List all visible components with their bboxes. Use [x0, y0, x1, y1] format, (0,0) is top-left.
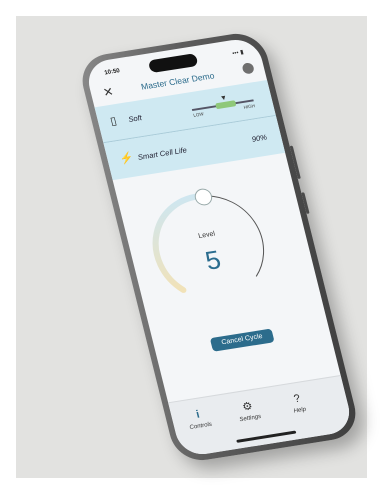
- level-dial[interactable]: Level 5: [136, 180, 284, 315]
- scale-low-label: LOW: [192, 111, 205, 118]
- nav-controls[interactable]: i Controls: [177, 406, 222, 433]
- nav-settings[interactable]: ⚙ Settings: [226, 398, 271, 425]
- softness-scale: ▼ LOW HIGH: [190, 91, 256, 120]
- cancel-cycle-button[interactable]: Cancel Cycle: [209, 328, 275, 352]
- stage: 10:50 ••• ▮ ✕ Master Clear Demo ▯ Soft ▼…: [0, 0, 382, 494]
- status-time: 10:50: [103, 68, 121, 77]
- nav-help[interactable]: ? Help: [276, 390, 321, 417]
- cell-life-label: Smart Cell Life: [136, 145, 188, 162]
- phone: 10:50 ••• ▮ ✕ Master Clear Demo ▯ Soft ▼…: [76, 29, 362, 465]
- status-indicators: ••• ▮: [231, 49, 245, 58]
- cell-life-value: 90%: [250, 132, 268, 144]
- lightning-icon: ⚡: [118, 151, 136, 166]
- dial-handle[interactable]: [194, 188, 214, 206]
- bottle-icon: ▯: [109, 115, 118, 128]
- scale-level-mark: [215, 100, 237, 110]
- soft-label: Soft: [127, 113, 143, 124]
- scale-high-label: HIGH: [243, 103, 256, 110]
